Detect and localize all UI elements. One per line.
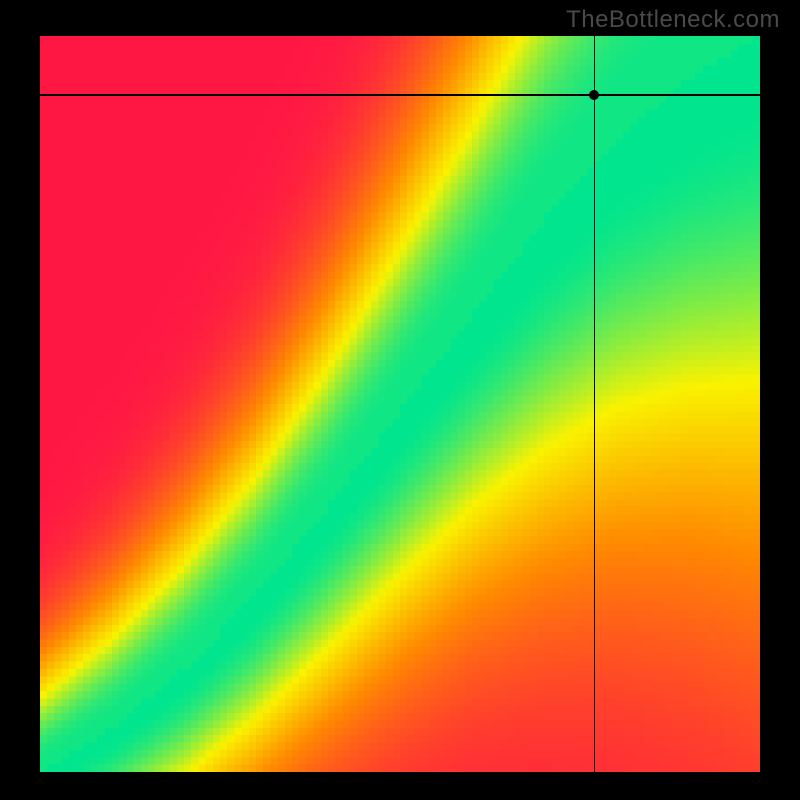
bottleneck-heatmap [40, 36, 760, 772]
crosshair-vertical [594, 36, 596, 772]
chart-frame: TheBottleneck.com [0, 0, 800, 800]
watermark-text: TheBottleneck.com [566, 6, 780, 34]
crosshair-horizontal [40, 94, 760, 96]
marker-dot [589, 90, 599, 100]
